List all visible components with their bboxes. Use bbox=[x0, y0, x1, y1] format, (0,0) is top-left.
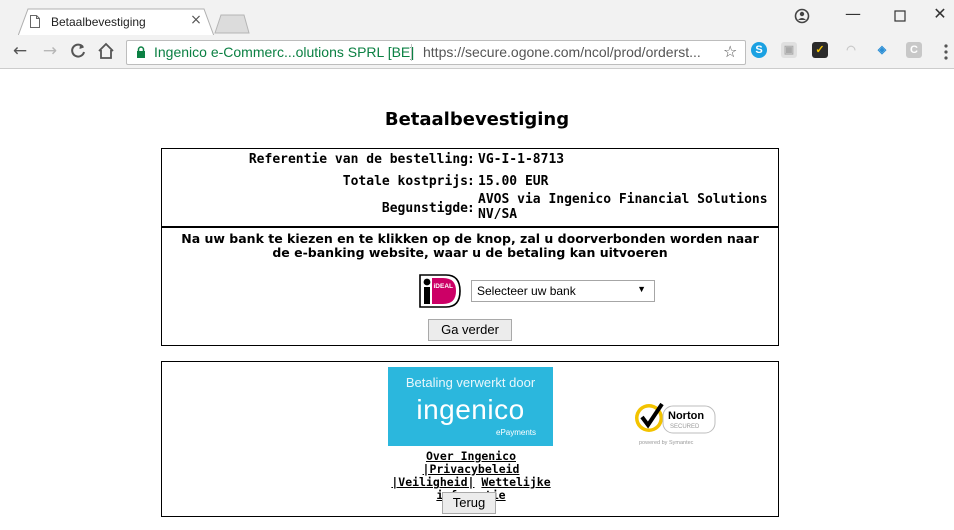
about-ingenico-link[interactable]: Over Ingenico bbox=[426, 449, 516, 463]
forward-arrow-icon[interactable]: → bbox=[40, 41, 60, 61]
user-profile-icon[interactable] bbox=[792, 6, 812, 26]
pdf-extension-icon[interactable]: ▣ bbox=[781, 42, 797, 58]
c-extension-icon[interactable]: C bbox=[906, 42, 922, 58]
page-title: Betaalbevestiging bbox=[384, 109, 570, 130]
back-arrow-icon[interactable]: ← bbox=[10, 41, 30, 61]
security-link[interactable]: |Veiligheid| bbox=[391, 475, 474, 489]
browser-toolbar: ← → Ingenico e-Commerc...olutions SPRL [… bbox=[0, 35, 954, 69]
url-text[interactable]: https://secure.ogone.com/ncol/prod/order… bbox=[423, 44, 701, 60]
maximize-button[interactable] bbox=[890, 6, 910, 26]
norton-extension-icon[interactable]: ✓ bbox=[812, 42, 828, 58]
menu-dots-icon[interactable] bbox=[943, 44, 949, 60]
ingenico-badge[interactable]: Betaling verwerkt door ingenico ePayment… bbox=[388, 367, 553, 446]
privacy-link[interactable]: |Privacybeleid bbox=[423, 462, 520, 476]
lock-icon bbox=[137, 46, 145, 58]
epayments-label: ePayments bbox=[496, 428, 537, 437]
beneficiary-row: Begunstigde : AVOS via Ingenico Financia… bbox=[162, 192, 778, 224]
address-separator bbox=[411, 44, 412, 61]
legal-link[interactable]: Wettelijke bbox=[481, 475, 550, 489]
instruction-line-1: Na uw bank te kiezen en te klikken op de… bbox=[181, 231, 759, 246]
tab-strip: Betaalbevestiging × — ✕ bbox=[0, 0, 954, 36]
minimize-button[interactable]: — bbox=[843, 4, 863, 24]
bank-select-value: Selecteer uw bank bbox=[477, 284, 576, 298]
browser-tab[interactable]: Betaalbevestiging × bbox=[18, 8, 215, 36]
shield-extension-icon[interactable]: ◈ bbox=[874, 42, 890, 58]
norton-powered-text: powered by Symantec bbox=[639, 440, 694, 446]
site-identity[interactable]: Ingenico e-Commerc...olutions SPRL [BE] bbox=[154, 44, 414, 60]
new-tab-button[interactable] bbox=[214, 14, 250, 34]
order-summary-box: Referentie van de bestelling : VG-I-1-87… bbox=[161, 148, 779, 346]
norton-name: Norton bbox=[668, 410, 704, 422]
chevron-down-icon: ▼ bbox=[637, 284, 646, 294]
divider bbox=[162, 226, 778, 228]
close-window-button[interactable]: ✕ bbox=[930, 4, 950, 24]
colon: : bbox=[467, 152, 475, 167]
badge-caption: Betaling verwerkt door bbox=[405, 375, 536, 390]
beneficiary-line-1: AVOS via Ingenico Financial Solutions bbox=[478, 192, 768, 207]
tab-close-icon[interactable]: × bbox=[188, 12, 204, 28]
beneficiary-label: Begunstigde bbox=[381, 201, 468, 216]
reference-value: VG-I-1-8713 bbox=[478, 152, 565, 167]
reference-label: Referentie van de bestelling bbox=[248, 152, 468, 167]
home-icon[interactable] bbox=[96, 41, 116, 61]
tab-title: Betaalbevestiging bbox=[51, 15, 146, 29]
reload-icon[interactable] bbox=[68, 41, 88, 61]
page-icon bbox=[30, 15, 40, 28]
instruction-line-2: de e-banking website, waar u de betaling… bbox=[272, 245, 668, 260]
continue-button[interactable]: Ga verder bbox=[428, 319, 512, 341]
bank-select[interactable]: Selecteer uw bank ▼ bbox=[471, 280, 655, 302]
norton-secured-text: SECURED bbox=[670, 424, 700, 430]
page-content: Betaalbevestiging Referentie van de best… bbox=[0, 69, 954, 530]
bank-instruction: Na uw bank te kiezen en te klikken op de… bbox=[162, 232, 778, 260]
footer-box: Betaling verwerkt door ingenico ePayment… bbox=[161, 361, 779, 517]
ingenico-logo: ingenico bbox=[416, 394, 525, 425]
colon: : bbox=[467, 174, 475, 189]
bookmark-star-icon[interactable]: ☆ bbox=[723, 42, 737, 61]
norton-secured-logo[interactable]: Norton SECURED powered by Symantec bbox=[633, 398, 723, 452]
wifi-extension-icon[interactable]: ◠ bbox=[843, 42, 859, 58]
beneficiary-line-2: NV/SA bbox=[478, 207, 518, 222]
address-bar[interactable]: Ingenico e-Commerc...olutions SPRL [BE] … bbox=[126, 40, 746, 65]
back-button[interactable]: Terug bbox=[442, 492, 496, 514]
colon: : bbox=[467, 201, 475, 216]
ideal-text: iDEAL bbox=[434, 283, 454, 290]
total-label: Totale kostprijs bbox=[342, 174, 468, 189]
ideal-logo: iDEAL bbox=[419, 274, 461, 308]
total-value: 15.00 EUR bbox=[478, 174, 549, 189]
skype-extension-icon[interactable]: S bbox=[751, 42, 767, 58]
beneficiary-value: AVOS via Ingenico Financial Solutions NV/… bbox=[478, 192, 768, 222]
